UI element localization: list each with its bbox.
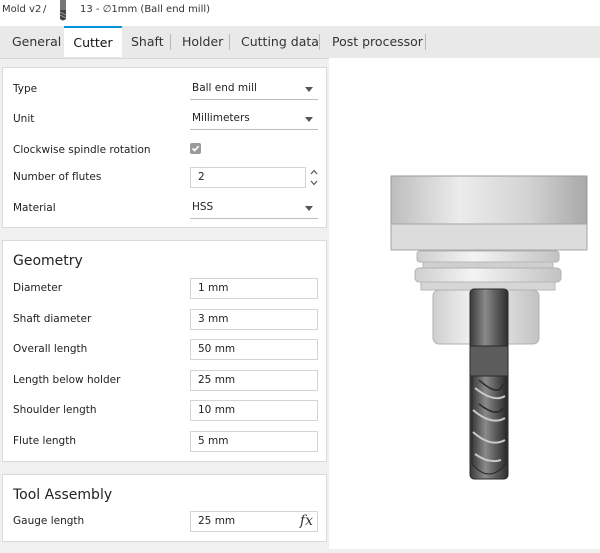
gauge-length-input[interactable]: 25 mm fx	[190, 511, 318, 532]
tab-separator	[170, 34, 171, 50]
overall-length-row: Overall length 50 mm	[3, 339, 326, 361]
tool-preview	[329, 58, 600, 549]
geometry-title: Geometry	[13, 253, 83, 269]
checkbox-check-icon	[191, 145, 200, 152]
shoulder-length-row: Shoulder length 10 mm	[3, 400, 326, 422]
tab-separator	[229, 34, 230, 50]
ball-end-mill-thumbnail-icon	[59, 0, 67, 21]
type-label: Type	[13, 83, 38, 95]
flute-length-value: 5 mm	[198, 435, 229, 447]
tab-bar: General Cutter Shaft Holder Cutting data…	[0, 26, 600, 59]
material-value: HSS	[192, 201, 214, 213]
overall-length-input[interactable]: 50 mm	[190, 339, 318, 360]
flutes-label: Number of flutes	[13, 171, 102, 183]
gauge-length-row: Gauge length 25 mm fx	[3, 511, 326, 533]
tab-post-processor[interactable]: Post processor	[332, 26, 423, 58]
geometry-panel: Geometry Diameter 1 mm Shaft diameter 3 …	[2, 240, 327, 462]
tool-assembly-panel: Tool Assembly Gauge length 25 mm fx	[2, 474, 327, 542]
diameter-row: Diameter 1 mm	[3, 278, 326, 300]
tab-shaft[interactable]: Shaft	[131, 26, 164, 58]
tool-holder-preview[interactable]	[329, 58, 600, 549]
type-select[interactable]: Ball end mill	[190, 79, 318, 100]
tab-cutter[interactable]: Cutter	[64, 26, 122, 57]
stepper-arrows-icon[interactable]	[309, 167, 319, 188]
cutter-panel: Type Ball end mill Unit Millimeters Cloc…	[2, 67, 327, 228]
clockwise-row: Clockwise spindle rotation	[3, 140, 326, 162]
tab-separator	[319, 34, 320, 50]
breadcrumb: Mold v2 / 13 - ∅1mm (Ball end mill)	[0, 0, 600, 26]
tab-cutting-data[interactable]: Cutting data	[241, 26, 319, 58]
tool-assembly-title: Tool Assembly	[13, 487, 113, 503]
unit-row: Unit Millimeters	[3, 109, 326, 131]
unit-select[interactable]: Millimeters	[190, 109, 318, 130]
dropdown-caret-icon	[305, 87, 313, 92]
shoulder-length-input[interactable]: 10 mm	[190, 400, 318, 421]
length-below-holder-row: Length below holder 25 mm	[3, 370, 326, 392]
dropdown-caret-icon	[305, 117, 313, 122]
unit-value: Millimeters	[192, 112, 250, 124]
overall-length-value: 50 mm	[198, 343, 236, 355]
function-expression-icon[interactable]: fx	[300, 513, 313, 529]
tab-holder[interactable]: Holder	[182, 26, 223, 58]
flute-length-row: Flute length 5 mm	[3, 431, 326, 453]
diameter-label: Diameter	[13, 282, 63, 294]
length-below-holder-value: 25 mm	[198, 374, 236, 386]
tab-separator	[425, 34, 426, 50]
length-below-holder-label: Length below holder	[13, 374, 121, 386]
material-row: Material HSS	[3, 198, 326, 220]
breadcrumb-tool: 13 - ∅1mm (Ball end mill)	[80, 4, 211, 15]
gauge-length-value: 25 mm	[198, 515, 236, 527]
diameter-input[interactable]: 1 mm	[190, 278, 318, 299]
length-below-holder-input[interactable]: 25 mm	[190, 370, 318, 391]
clockwise-checkbox[interactable]	[190, 143, 201, 154]
shaft-diameter-row: Shaft diameter 3 mm	[3, 309, 326, 331]
dropdown-caret-icon	[305, 206, 313, 211]
flutes-value: 2	[198, 171, 205, 183]
unit-label: Unit	[13, 113, 35, 125]
flutes-input[interactable]: 2	[190, 167, 306, 188]
flutes-row: Number of flutes 2	[3, 167, 326, 189]
gauge-length-label: Gauge length	[13, 515, 85, 527]
type-row: Type Ball end mill	[3, 79, 326, 101]
type-value: Ball end mill	[192, 82, 257, 94]
breadcrumb-document[interactable]: Mold v2	[2, 4, 41, 15]
shoulder-length-value: 10 mm	[198, 404, 236, 416]
tab-general[interactable]: General	[12, 26, 61, 58]
shaft-diameter-label: Shaft diameter	[13, 313, 92, 325]
overall-length-label: Overall length	[13, 343, 88, 355]
flute-length-label: Flute length	[13, 435, 76, 447]
shoulder-length-label: Shoulder length	[13, 404, 97, 416]
diameter-value: 1 mm	[198, 282, 229, 294]
shaft-diameter-value: 3 mm	[198, 313, 229, 325]
breadcrumb-separator: /	[43, 4, 47, 15]
clockwise-label: Clockwise spindle rotation	[13, 144, 151, 156]
material-select[interactable]: HSS	[190, 198, 318, 219]
shaft-diameter-input[interactable]: 3 mm	[190, 309, 318, 330]
material-label: Material	[13, 202, 56, 214]
flute-length-input[interactable]: 5 mm	[190, 431, 318, 452]
